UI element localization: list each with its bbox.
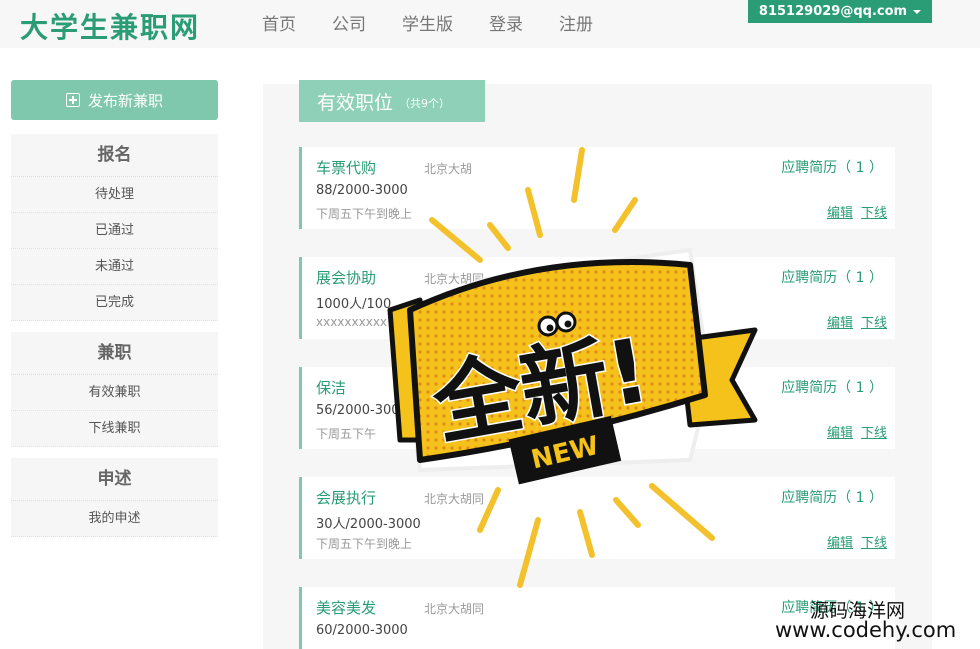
sidebar-group-jobs: 兼职 有效兼职 下线兼职 (11, 332, 218, 447)
offline-link[interactable]: 下线 (861, 532, 887, 551)
job-location: 北京大胡同 (424, 602, 485, 616)
site-logo[interactable]: 大学生兼职网 (20, 6, 200, 46)
offline-link[interactable]: 下线 (861, 202, 887, 221)
job-actions: 编辑 下线 (827, 422, 887, 441)
sidebar-item-offline-jobs[interactable]: 下线兼职 (11, 411, 218, 447)
main-nav: 首页 公司 学生版 登录 注册 (262, 10, 593, 35)
job-actions: 编辑 下线 (827, 312, 887, 331)
sidebar-group-title: 报名 (11, 134, 218, 177)
user-email: 815129029@qq.com (758, 4, 908, 19)
nav-login[interactable]: 登录 (489, 10, 523, 35)
resume-count-link[interactable]: 应聘简历（ 1 ） (781, 157, 883, 177)
offline-link[interactable]: 下线 (861, 422, 887, 441)
sidebar-item-completed[interactable]: 已完成 (11, 285, 218, 321)
user-menu-button[interactable]: 815129029@qq.com (748, 0, 932, 23)
resume-count-link[interactable]: 应聘简历（ 1 ） (781, 487, 883, 507)
post-new-job-button[interactable]: 发布新兼职 (11, 80, 218, 120)
sidebar-item-approved[interactable]: 已通过 (11, 213, 218, 249)
sidebar-group-appeal: 申述 我的申述 (11, 458, 218, 537)
sidebar-group-title: 申述 (11, 458, 218, 501)
nav-register[interactable]: 注册 (559, 10, 593, 35)
sidebar-group-signup: 报名 待处理 已通过 未通过 已完成 (11, 134, 218, 321)
job-pay: 60/2000-3000 (316, 623, 408, 638)
sidebar-item-pending[interactable]: 待处理 (11, 177, 218, 213)
section-title-text: 有效职位 (317, 91, 394, 114)
edit-link[interactable]: 编辑 (827, 312, 853, 331)
job-actions: 编辑 下线 (827, 202, 887, 221)
job-title[interactable]: 保洁 (316, 377, 346, 398)
plus-square-icon (65, 93, 80, 107)
section-title: 有效职位 （共9个） (299, 80, 485, 122)
nav-home[interactable]: 首页 (262, 10, 296, 35)
edit-link[interactable]: 编辑 (827, 422, 853, 441)
job-title[interactable]: 美容美发 (316, 597, 376, 618)
sidebar-item-my-appeals[interactable]: 我的申述 (11, 501, 218, 537)
top-navbar: 大学生兼职网 首页 公司 学生版 登录 注册 815129029@qq.com (0, 0, 980, 48)
edit-link[interactable]: 编辑 (827, 202, 853, 221)
watermark-url: www.codehy.com (775, 618, 957, 642)
edit-link[interactable]: 编辑 (827, 532, 853, 551)
resume-count-link[interactable]: 应聘简历（ 1 ） (781, 377, 883, 397)
sidebar-item-active-jobs[interactable]: 有效兼职 (11, 375, 218, 411)
resume-count-link[interactable]: 应聘简历（ 1 ） (781, 267, 883, 287)
offline-link[interactable]: 下线 (861, 312, 887, 331)
new-sticker-graphic: 全新! NEW (387, 147, 758, 588)
sidebar-item-rejected[interactable]: 未通过 (11, 249, 218, 285)
sidebar-group-title: 兼职 (11, 332, 218, 375)
caret-down-icon (913, 9, 922, 14)
nav-company[interactable]: 公司 (332, 10, 366, 35)
post-new-job-label: 发布新兼职 (87, 91, 163, 110)
job-count: （共9个） (399, 97, 451, 110)
job-actions: 编辑 下线 (827, 532, 887, 551)
nav-student[interactable]: 学生版 (402, 10, 453, 35)
